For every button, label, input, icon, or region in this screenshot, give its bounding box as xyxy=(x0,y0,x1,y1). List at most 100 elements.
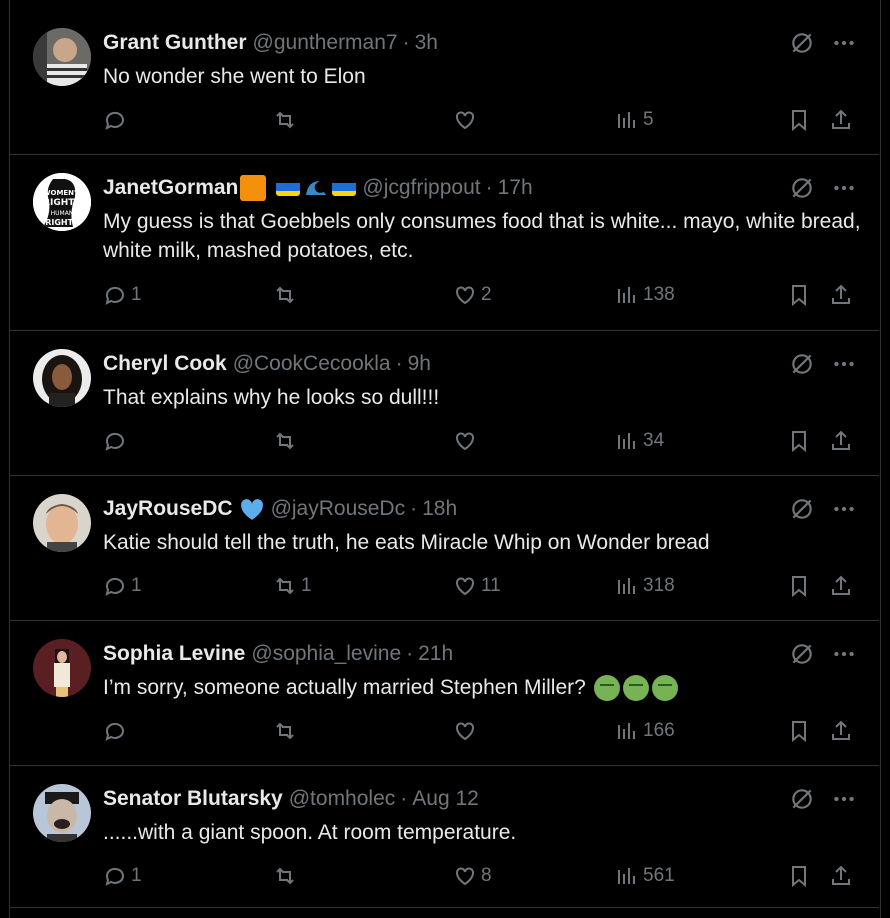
display-name[interactable]: JayRouseDC xyxy=(103,496,233,522)
reply-button[interactable] xyxy=(103,108,131,132)
display-name[interactable]: JanetGorman xyxy=(103,175,238,201)
display-name[interactable]: Sophia Levine xyxy=(103,641,245,667)
retweet-button[interactable]: 1 xyxy=(273,574,312,598)
grok-icon[interactable] xyxy=(789,30,815,56)
avatar[interactable] xyxy=(33,494,91,552)
like-button[interactable] xyxy=(453,429,481,453)
more-icon[interactable] xyxy=(831,175,857,201)
reply-button[interactable]: 1 xyxy=(103,574,142,598)
views-button[interactable]: 318 xyxy=(615,574,675,598)
bookmark-button[interactable] xyxy=(787,108,811,132)
bookmark-icon xyxy=(792,576,806,598)
action-bar: 1 2 138 xyxy=(103,283,859,313)
tweet[interactable]: Sophia Levine @sophia_levine · 21h I’m s… xyxy=(9,621,879,766)
views-button[interactable]: 5 xyxy=(615,108,654,132)
tweet-header: Cheryl Cook @CookCecookla · 9h xyxy=(103,351,431,377)
timestamp[interactable]: Aug 12 xyxy=(412,786,479,812)
share-icon xyxy=(832,720,850,740)
handle[interactable]: @guntherman7 xyxy=(253,30,398,56)
reply-icon xyxy=(105,286,124,305)
tweet-header: Grant Gunther @guntherman7 · 3h xyxy=(103,30,438,56)
avatar[interactable] xyxy=(33,349,91,407)
share-button[interactable] xyxy=(829,108,853,132)
bookmark-icon xyxy=(792,285,806,307)
tweet[interactable]: WOMEN'S RIGHTS HUMAN RIGHTS JanetGorman @jc… xyxy=(9,155,879,331)
tweet[interactable]: JayRouseDC @jayRouseDc · 18h Katie shoul… xyxy=(9,476,879,621)
reply-button[interactable] xyxy=(103,429,131,453)
more-icon[interactable] xyxy=(831,30,857,56)
more-icon[interactable] xyxy=(831,641,857,667)
views-button[interactable]: 138 xyxy=(615,283,675,307)
view-count: 561 xyxy=(643,865,675,886)
heart-icon xyxy=(456,722,474,741)
timestamp[interactable]: 9h xyxy=(408,351,431,377)
share-button[interactable] xyxy=(829,719,853,743)
bookmark-icon xyxy=(792,431,806,453)
tweet[interactable]: Grant Gunther @guntherman7 · 3h No wonde… xyxy=(9,10,879,155)
like-button[interactable]: 11 xyxy=(453,574,501,598)
display-name[interactable]: Senator Blutarsky xyxy=(103,786,283,812)
bookmark-button[interactable] xyxy=(787,283,811,307)
handle[interactable]: @sophia_levine xyxy=(251,641,401,667)
bookmark-button[interactable] xyxy=(787,719,811,743)
handle[interactable]: @jcgfrippout xyxy=(362,175,480,201)
handle[interactable]: @jayRouseDc xyxy=(271,496,406,522)
reply-button[interactable]: 1 xyxy=(103,283,142,307)
timestamp[interactable]: 3h xyxy=(415,30,438,56)
like-button[interactable] xyxy=(453,108,481,132)
svg-text:WOMEN'S: WOMEN'S xyxy=(43,189,81,197)
action-bar: 1 8 561 xyxy=(103,864,859,894)
handle[interactable]: @tomholec xyxy=(289,786,396,812)
grok-icon[interactable] xyxy=(789,496,815,522)
avatar[interactable] xyxy=(33,28,91,86)
grok-icon[interactable] xyxy=(789,641,815,667)
share-button[interactable] xyxy=(829,283,853,307)
more-icon[interactable] xyxy=(831,351,857,377)
avatar[interactable] xyxy=(33,784,91,842)
avatar[interactable]: WOMEN'S RIGHTS HUMAN RIGHTS xyxy=(33,173,91,231)
nauseated-face-emoji xyxy=(593,674,620,701)
timestamp[interactable]: 21h xyxy=(418,641,453,667)
tweet[interactable]: Cheryl Cook @CookCecookla · 9h That expl… xyxy=(9,331,879,476)
like-button[interactable]: 8 xyxy=(453,864,492,888)
display-name[interactable]: Cheryl Cook xyxy=(103,351,227,377)
avatar[interactable] xyxy=(33,639,91,697)
retweet-button[interactable] xyxy=(273,283,301,307)
timestamp[interactable]: 18h xyxy=(422,496,457,522)
more-icon[interactable] xyxy=(831,786,857,812)
bookmark-icon xyxy=(792,110,806,132)
tweet[interactable]: Senator Blutarsky @tomholec · Aug 12 ...… xyxy=(9,766,879,908)
views-icon xyxy=(618,868,635,884)
grok-icon[interactable] xyxy=(789,175,815,201)
views-icon xyxy=(618,287,635,303)
blue-heart-emoji xyxy=(239,497,265,521)
display-name[interactable]: Grant Gunther xyxy=(103,30,247,56)
views-button[interactable]: 561 xyxy=(615,864,675,888)
share-button[interactable] xyxy=(829,429,853,453)
more-icon[interactable] xyxy=(831,496,857,522)
grok-icon[interactable] xyxy=(789,786,815,812)
bookmark-button[interactable] xyxy=(787,574,811,598)
like-button[interactable] xyxy=(453,719,481,743)
bookmark-icon xyxy=(792,721,806,743)
separator-dot: · xyxy=(402,31,410,54)
share-icon xyxy=(832,865,850,885)
reply-button[interactable]: 1 xyxy=(103,864,142,888)
bookmark-icon xyxy=(792,866,806,888)
reply-button[interactable] xyxy=(103,719,131,743)
share-button[interactable] xyxy=(829,574,853,598)
heart-icon xyxy=(456,286,474,305)
bookmark-button[interactable] xyxy=(787,429,811,453)
retweet-button[interactable] xyxy=(273,429,301,453)
bookmark-button[interactable] xyxy=(787,864,811,888)
views-button[interactable]: 166 xyxy=(615,719,675,743)
timestamp[interactable]: 17h xyxy=(498,175,533,201)
like-button[interactable]: 2 xyxy=(453,283,492,307)
grok-icon[interactable] xyxy=(789,351,815,377)
handle[interactable]: @CookCecookla xyxy=(233,351,391,377)
retweet-button[interactable] xyxy=(273,864,301,888)
retweet-button[interactable] xyxy=(273,108,301,132)
share-button[interactable] xyxy=(829,864,853,888)
retweet-button[interactable] xyxy=(273,719,301,743)
views-button[interactable]: 34 xyxy=(615,429,664,453)
